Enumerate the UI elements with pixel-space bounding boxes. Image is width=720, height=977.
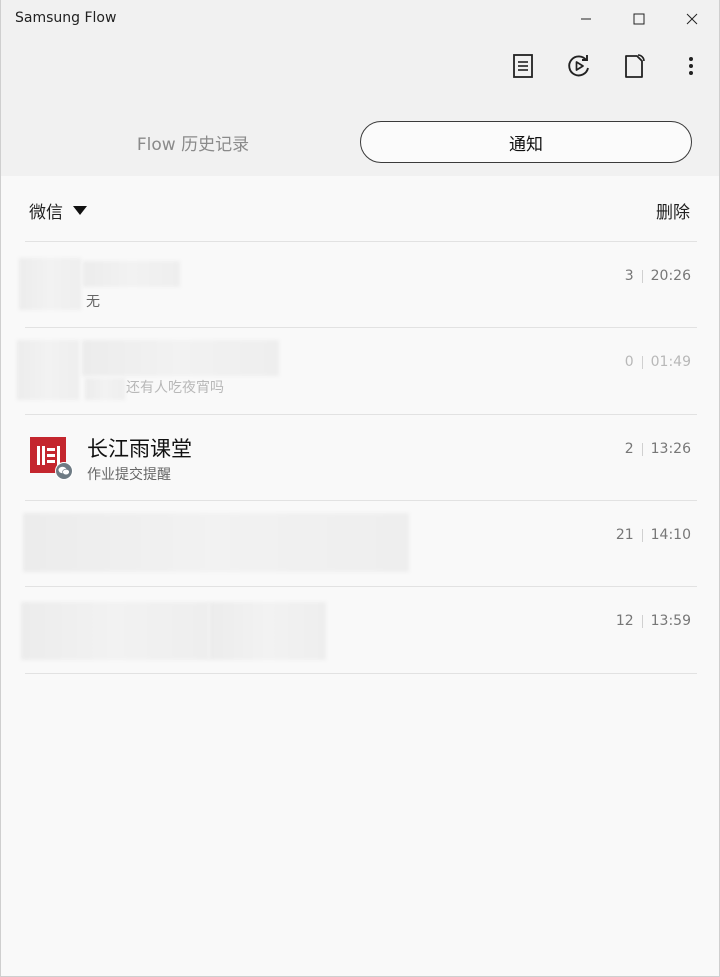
blurred-sender	[85, 378, 125, 400]
app-filter-dropdown[interactable]: 微信	[29, 198, 87, 223]
blurred-content	[209, 602, 326, 660]
blurred-title	[82, 340, 279, 376]
notification-count: 0	[624, 354, 634, 370]
notification-row[interactable]: 21 14:10	[1, 501, 719, 587]
minimize-icon	[581, 18, 591, 20]
notification-time: 14:10	[650, 527, 691, 543]
notification-row[interactable]: 无 3 20:26	[1, 242, 719, 328]
screen-share-button[interactable]	[561, 48, 597, 84]
samsung-flow-window: Samsung Flow Flow 历史记录 通知 微信 删除 无 3 20:2…	[0, 0, 720, 977]
more-options-button[interactable]	[673, 48, 709, 84]
notification-title: 长江雨课堂	[87, 437, 192, 461]
meta-separator	[641, 442, 643, 456]
maximize-button[interactable]	[612, 0, 666, 38]
blurred-content	[23, 513, 409, 572]
tab-notifications[interactable]: 通知	[360, 121, 692, 163]
meta-separator	[641, 355, 643, 369]
caret-down-icon	[73, 205, 87, 215]
notification-meta: 0 01:49	[625, 354, 691, 370]
minimize-button[interactable]	[559, 0, 613, 38]
blurred-content	[21, 602, 209, 660]
header-area: Samsung Flow Flow 历史记录 通知	[1, 0, 719, 176]
close-icon	[686, 13, 698, 25]
notification-meta: 3 20:26	[625, 268, 691, 284]
blurred-avatar	[17, 340, 79, 400]
wechat-badge-icon	[55, 462, 73, 480]
delete-button[interactable]: 删除	[656, 198, 690, 223]
divider	[25, 673, 697, 674]
notification-time: 01:49	[650, 354, 691, 370]
wechat-icon	[58, 466, 70, 476]
notification-message: 还有人吃夜宵吗	[126, 380, 224, 396]
close-button[interactable]	[665, 0, 719, 38]
notification-row[interactable]: 长江雨课堂 作业提交提醒 2 13:26	[1, 415, 719, 501]
blurred-avatar	[19, 258, 81, 310]
notification-row[interactable]: 还有人吃夜宵吗 0 01:49	[1, 328, 719, 414]
app-filter-label: 微信	[29, 202, 63, 223]
notification-meta: 21 14:10	[616, 527, 691, 543]
notification-message: 作业提交提醒	[87, 467, 171, 483]
screen-share-icon	[568, 55, 589, 77]
notification-message: 无	[86, 294, 100, 310]
meta-separator	[641, 528, 643, 542]
notification-count: 21	[615, 527, 634, 543]
more-options-icon	[689, 57, 693, 75]
maximize-icon	[633, 13, 645, 25]
notification-time: 13:59	[650, 613, 691, 629]
tab-flow-history[interactable]: Flow 历史记录	[27, 121, 359, 163]
notes-button[interactable]	[505, 48, 541, 84]
file-transfer-icon	[625, 54, 645, 78]
notification-time: 13:26	[650, 441, 691, 457]
notification-count: 12	[615, 613, 634, 629]
notification-time: 20:26	[650, 268, 691, 284]
notification-count: 3	[624, 268, 634, 284]
meta-separator	[641, 269, 643, 283]
notification-row[interactable]: 12 13:59	[1, 587, 719, 673]
file-transfer-button[interactable]	[617, 48, 653, 84]
notification-meta: 2 13:26	[625, 441, 691, 457]
meta-separator	[641, 614, 643, 628]
notification-count: 2	[624, 441, 634, 457]
notes-icon	[513, 54, 533, 78]
notification-meta: 12 13:59	[616, 613, 691, 629]
blurred-title	[83, 261, 180, 287]
app-title: Samsung Flow	[15, 10, 117, 26]
